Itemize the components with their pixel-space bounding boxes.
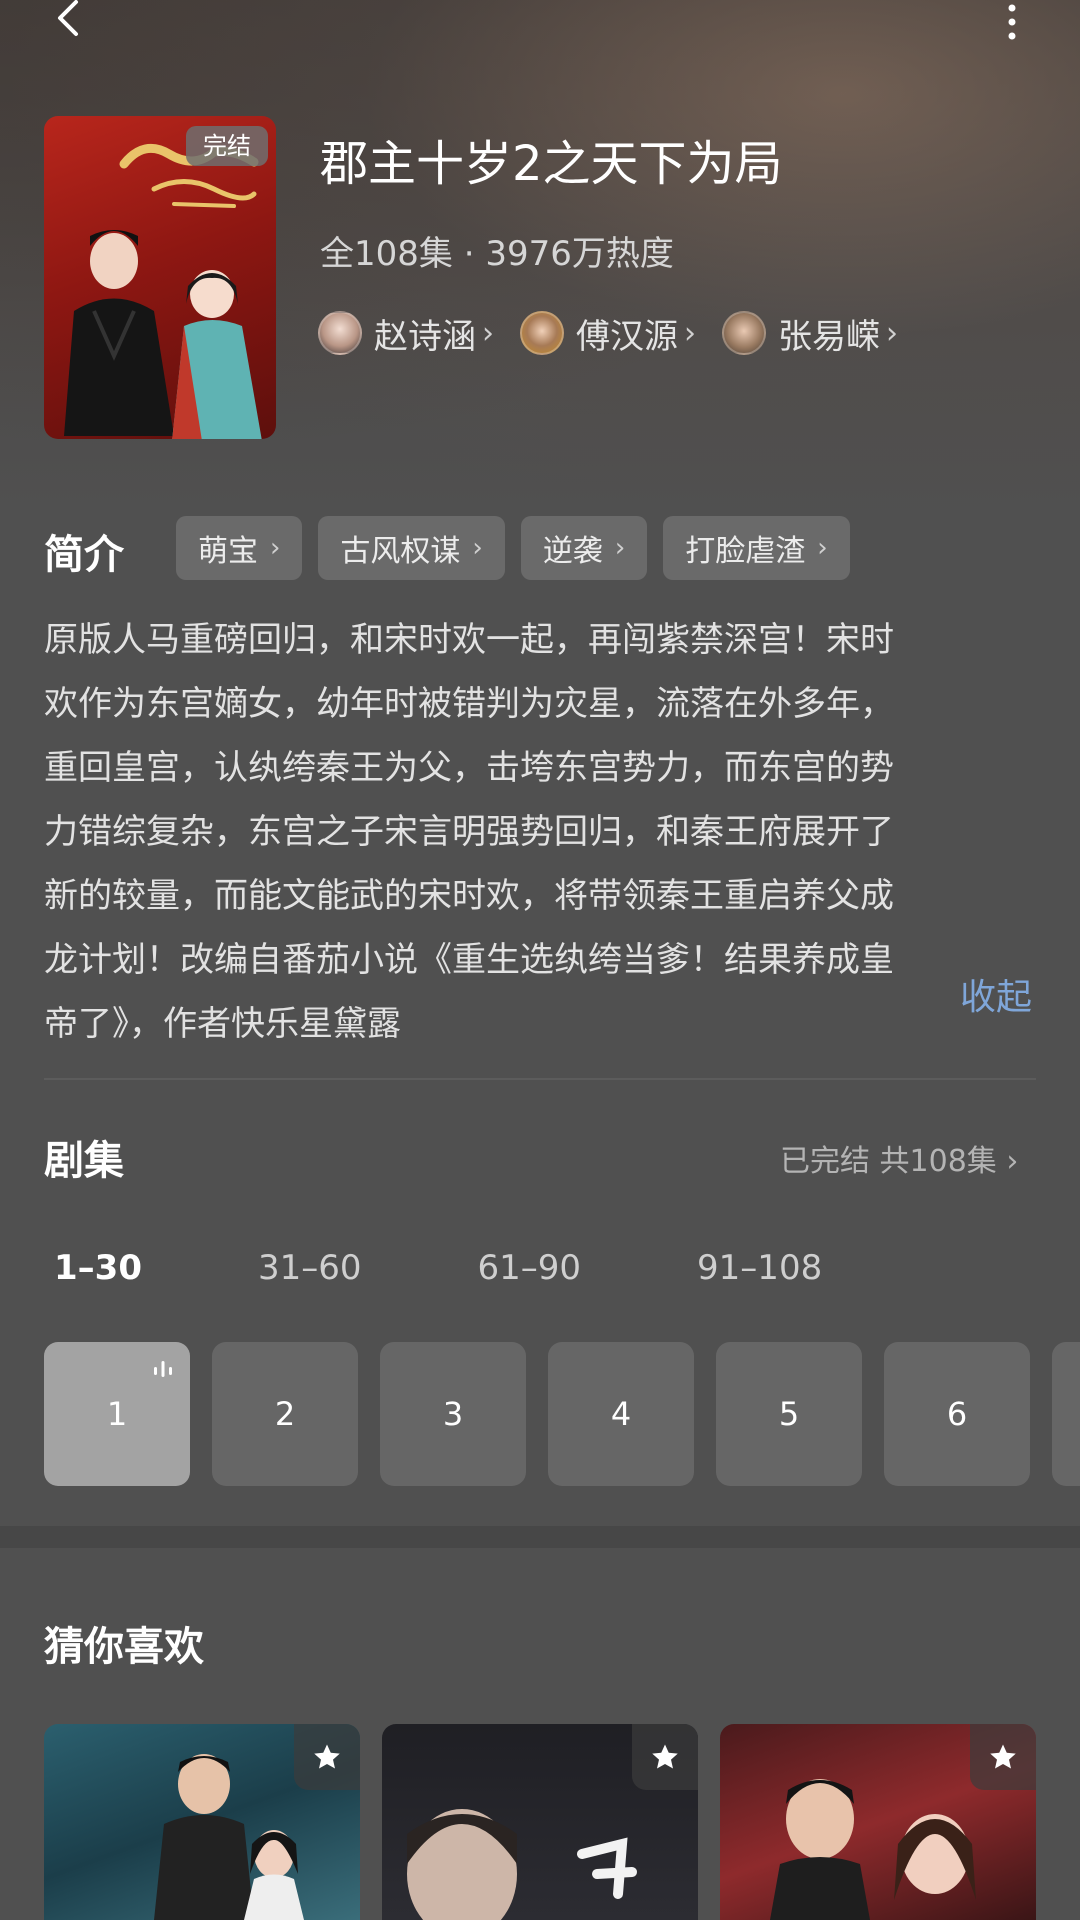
top-bar (0, 0, 1080, 60)
favorite-button[interactable] (632, 1724, 698, 1790)
tag-label: 打脸虐渣 (685, 534, 806, 569)
recommend-heading: 猜你喜欢 (44, 1624, 204, 1670)
episode-number: 3 (442, 1395, 464, 1433)
episode-tile[interactable]: 2 (212, 1342, 358, 1486)
description-line: 力错综复杂，东宫之子宋言明强势回归，和秦王府展开了 (44, 812, 894, 852)
genre-tags: 萌宝 › 古风权谋 › 逆袭 › 打脸虐渣 › (176, 516, 850, 580)
divider (44, 1078, 1036, 1080)
show-title: 郡主十岁2之天下为局 (320, 136, 783, 192)
description-line: 欢作为东宫嫡女，幼年时被错判为灾星，流落在外多年， (44, 684, 894, 724)
tag-label: 萌宝 (198, 534, 258, 569)
chevron-right-icon: › (472, 533, 483, 563)
star-icon (990, 1744, 1016, 1769)
episode-range-tabs: 1–30 31–60 61–90 91–108 (54, 1248, 938, 1288)
tag-chip[interactable]: 萌宝 › (176, 516, 303, 580)
intro-heading: 简介 (44, 532, 124, 578)
cast-item[interactable]: 张易嵘 › (722, 308, 898, 358)
tab-range[interactable]: 61–90 (478, 1248, 582, 1288)
tag-chip[interactable]: 打脸虐渣 › (663, 516, 850, 580)
episode-number: 5 (778, 1395, 800, 1433)
episode-tile[interactable]: 6 (884, 1342, 1030, 1486)
recommend-card[interactable] (44, 1724, 360, 1920)
recommend-card[interactable] (382, 1724, 698, 1920)
chevron-right-icon: › (482, 315, 494, 351)
chevron-right-icon: › (886, 315, 898, 351)
description: 原版人马重磅回归，和宋时欢一起，再闯紫禁深宫！宋时 欢作为东宫嫡女，幼年时被错判… (44, 608, 1034, 1056)
back-arrow-icon[interactable] (50, 0, 94, 44)
completed-badge: 完结 (186, 126, 268, 166)
tab-range[interactable]: 91–108 (697, 1248, 822, 1288)
episode-number: 2 (274, 1395, 296, 1433)
star-icon (652, 1744, 678, 1769)
recommend-list (44, 1724, 1080, 1920)
more-vertical-icon[interactable] (995, 2, 1029, 46)
cast-list: 赵诗涵 › 傅汉源 › 张易嵘 › (318, 308, 898, 358)
tag-chip[interactable]: 古风权谋 › (318, 516, 505, 580)
tag-label: 逆袭 (542, 534, 603, 569)
episode-tile[interactable]: 3 (380, 1342, 526, 1486)
collapse-button[interactable]: 收起 (960, 968, 1032, 1020)
episode-number: 4 (610, 1395, 632, 1433)
episode-tile-partial[interactable] (1052, 1342, 1080, 1486)
episode-tile[interactable]: 4 (548, 1342, 694, 1486)
section-separator (0, 1526, 1080, 1548)
avatar (520, 311, 564, 355)
poster-figure-girl (172, 270, 262, 439)
episode-number: 1 (106, 1395, 128, 1433)
tag-chip[interactable]: 逆袭 › (520, 516, 648, 580)
chevron-right-icon: › (817, 533, 828, 563)
cast-item[interactable]: 傅汉源 › (520, 308, 696, 358)
recommend-card[interactable] (720, 1724, 1036, 1920)
cast-name: 张易嵘 (778, 316, 880, 357)
star-icon (314, 1744, 340, 1769)
cast-item[interactable]: 赵诗涵 › (318, 308, 494, 358)
cast-name: 傅汉源 (576, 316, 678, 357)
chevron-right-icon: › (270, 533, 281, 563)
playing-bars-icon (154, 1361, 172, 1377)
description-line: 新的较量，而能文能武的宋时欢，将带领秦王重启养父成 (44, 876, 894, 916)
episode-tile[interactable]: 1 (44, 1342, 190, 1486)
chevron-right-icon: › (684, 315, 696, 351)
episode-number: 6 (946, 1395, 968, 1433)
tag-label: 古风权谋 (340, 534, 461, 569)
chevron-right-icon: › (614, 533, 626, 563)
avatar (722, 311, 766, 355)
cast-name: 赵诗涵 (374, 316, 476, 357)
episodes-heading: 剧集 (44, 1138, 124, 1184)
avatar (318, 311, 362, 355)
description-line: 龙计划！改编自番茄小说《重生选纨绔当爹！结果养成皇 (44, 940, 894, 980)
episodes-status-link[interactable]: 已完结 共108集 › (780, 1136, 1018, 1180)
tab-range[interactable]: 31–60 (258, 1248, 362, 1288)
favorite-button[interactable] (970, 1724, 1036, 1790)
show-meta: 全108集 · 3976万热度 (320, 234, 674, 274)
description-line: 帝了》，作者快乐星黛露 (44, 1004, 401, 1044)
description-line: 重回皇宫，认纨绔秦王为父，击垮东宫势力，而东宫的势 (44, 748, 894, 788)
episode-tile[interactable]: 5 (716, 1342, 862, 1486)
favorite-button[interactable] (294, 1724, 360, 1790)
description-line: 原版人马重磅回归，和宋时欢一起，再闯紫禁深宫！宋时 (44, 620, 894, 660)
tab-range[interactable]: 1–30 (54, 1248, 142, 1288)
episode-grid: 1 2 3 4 5 6 (44, 1342, 1080, 1488)
